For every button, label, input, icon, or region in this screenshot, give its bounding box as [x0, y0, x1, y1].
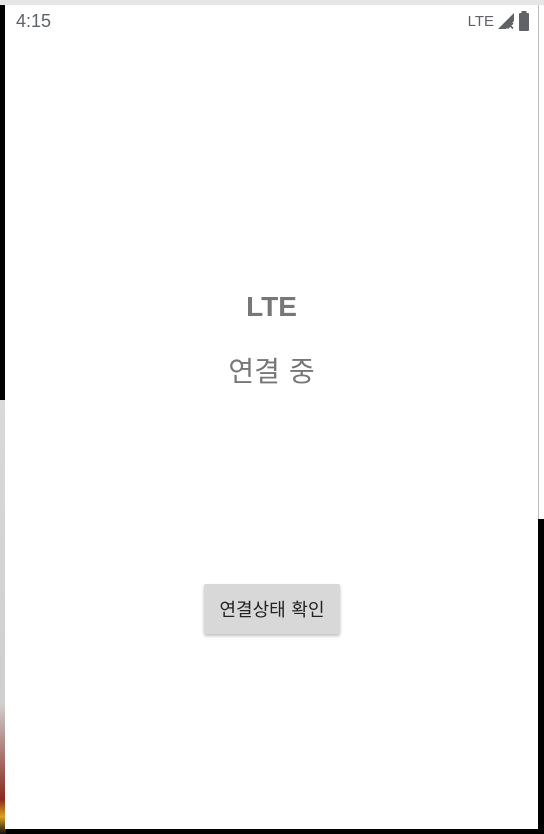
connection-status-label: 연결 중 — [228, 355, 315, 388]
check-connection-button[interactable]: 연결상태 확인 — [204, 584, 340, 634]
app-screen: 4:15 LTE LTE 연결 중 연결상태 확인 — [5, 5, 538, 829]
status-bar: 4:15 LTE — [5, 5, 538, 37]
signal-no-data-icon — [497, 12, 515, 30]
network-type-indicator: LTE — [467, 12, 494, 30]
background-window-edge — [538, 5, 544, 519]
device-frame: 4:15 LTE LTE 연결 중 연결상태 확인 — [0, 0, 544, 834]
status-icons: LTE — [468, 11, 530, 31]
network-type-label: LTE — [246, 291, 297, 322]
battery-full-icon — [518, 11, 530, 31]
status-time: 4:15 — [16, 11, 52, 31]
